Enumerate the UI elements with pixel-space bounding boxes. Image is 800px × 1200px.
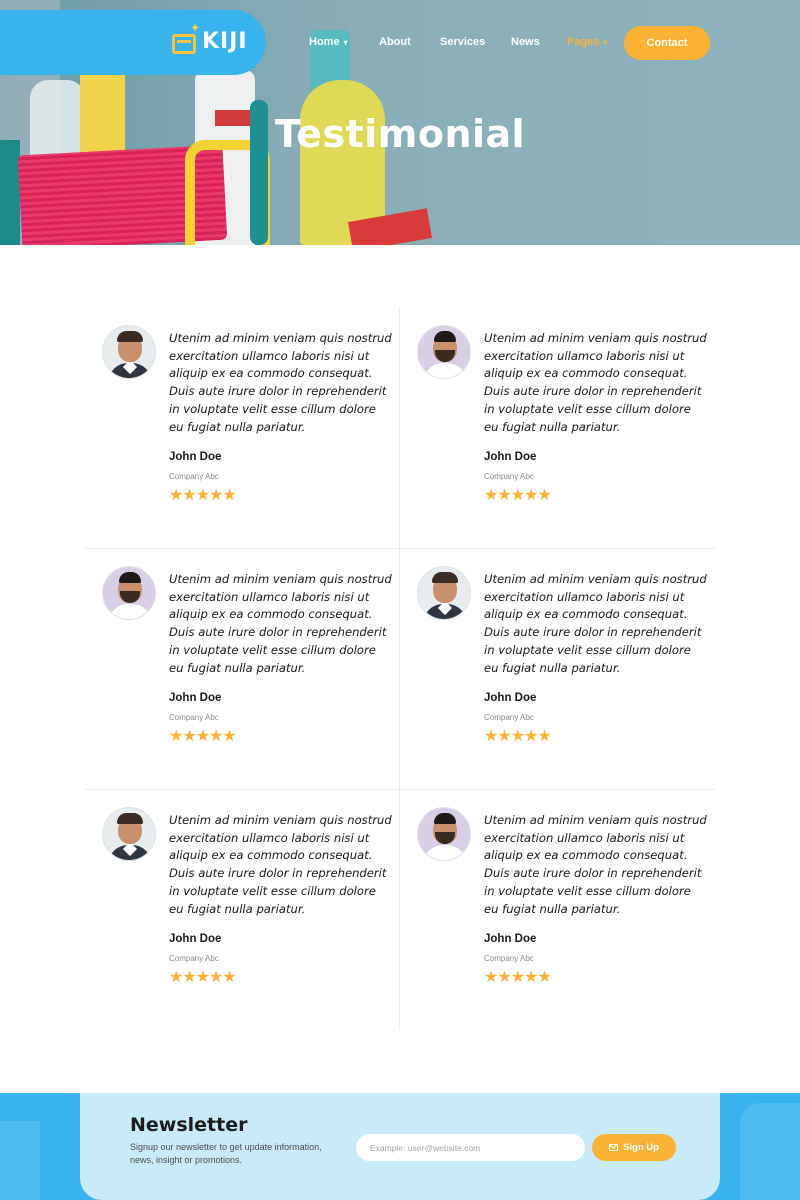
nav-item-label: About [379,36,411,48]
testimonial-company: Company Abc [484,472,534,481]
testimonial-company: Company Abc [484,954,534,963]
testimonial-quote: Utenim ad minim veniam quis nostrud exer… [169,572,392,675]
nav-item-home[interactable]: Home ▾ [309,36,348,48]
nav-item-pages[interactable]: Pages ▾ [567,36,607,48]
star-rating-icon: ★★★★★ [484,487,552,504]
testimonial-author: John Doe [484,692,537,704]
grid-divider-horizontal [85,548,715,549]
avatar [417,566,471,620]
newsletter-signup-label: Sign Up [623,1142,659,1153]
logo-icon: ✦ [172,22,200,58]
testimonial-author: John Doe [169,933,222,945]
logo[interactable]: ✦ KIJI [172,22,248,58]
testimonial-quote: Utenim ad minim veniam quis nostrud exer… [484,572,707,675]
nav-item-label: Home [309,36,340,48]
nav-item-label: Services [440,36,486,48]
grid-divider-horizontal [85,789,715,790]
nav-item-news[interactable]: News [511,36,540,48]
avatar [102,566,156,620]
newsletter-description: Signup our newsletter to get update info… [130,1142,322,1165]
newsletter-signup-button[interactable]: Sign Up [592,1134,676,1161]
grid-divider-vertical [399,307,400,1030]
avatar [102,807,156,861]
nav-item-label: News [511,36,540,48]
testimonial-author: John Doe [484,451,537,463]
newsletter-email-input[interactable] [356,1134,585,1161]
star-rating-icon: ★★★★★ [169,728,237,745]
testimonial-quote: Utenim ad minim veniam quis nostrud exer… [169,813,392,916]
testimonial-quote: Utenim ad minim veniam quis nostrud exer… [484,331,707,434]
avatar [102,325,156,379]
star-rating-icon: ★★★★★ [484,728,552,745]
newsletter-title: Newsletter [130,1114,248,1136]
testimonial-author: John Doe [484,933,537,945]
chevron-down-icon: ▾ [343,38,348,47]
nav-item-services[interactable]: Services [440,36,485,48]
testimonial-company: Company Abc [169,472,219,481]
avatar [417,325,471,379]
page-title: Testimonial [274,112,526,156]
star-rating-icon: ★★★★★ [169,487,237,504]
nav-item-label: Pages [567,36,600,48]
star-rating-icon: ★★★★★ [484,969,552,986]
testimonial-company: Company Abc [169,713,219,722]
avatar [417,807,471,861]
testimonial-author: John Doe [169,692,222,704]
testimonial-author: John Doe [169,451,222,463]
testimonial-quote: Utenim ad minim veniam quis nostrud exer… [169,331,392,434]
contact-button[interactable]: Contact [624,26,710,60]
testimonial-company: Company Abc [169,954,219,963]
testimonial-company: Company Abc [484,713,534,722]
nav-item-about[interactable]: About [379,36,411,48]
envelope-icon [609,1144,619,1151]
star-rating-icon: ★★★★★ [169,969,237,986]
logo-text: KIJI [202,28,248,54]
testimonial-quote: Utenim ad minim veniam quis nostrud exer… [484,813,707,916]
chevron-down-icon: ▾ [603,38,608,47]
